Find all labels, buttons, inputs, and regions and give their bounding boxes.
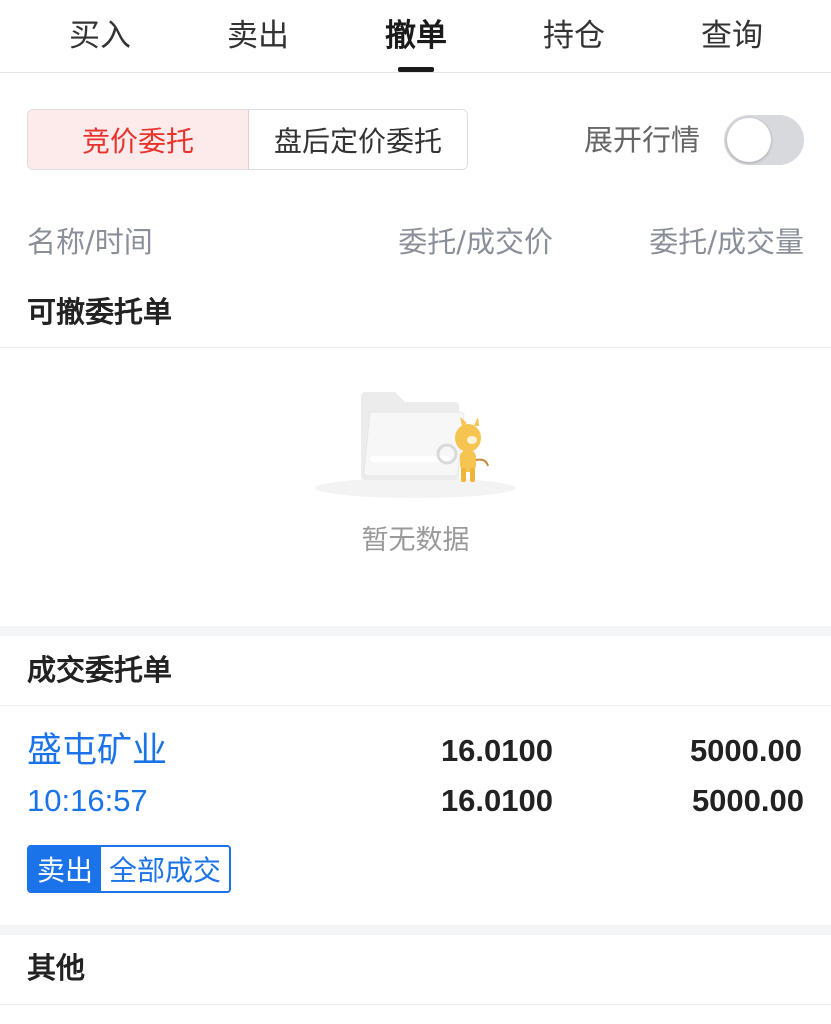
order-status-tag: 卖出 全部成交 <box>27 845 232 893</box>
top-tab-bar: 买入 卖出 撤单 持仓 查询 <box>0 0 831 73</box>
tab-sell[interactable]: 卖出 <box>198 14 318 58</box>
empty-data-text: 暂无数据 <box>361 525 470 556</box>
section-divider <box>0 347 831 348</box>
order-price: 16.0100 <box>440 733 553 768</box>
deal-volume: 5000.00 <box>691 783 804 818</box>
order-volume: 5000.00 <box>689 733 802 768</box>
column-header-volume: 委托/成交量 <box>649 225 804 259</box>
tab-query[interactable]: 查询 <box>672 14 792 58</box>
tab-cancel[interactable]: 撤单 <box>356 14 476 58</box>
deal-price: 16.0100 <box>440 783 553 818</box>
section-gap <box>0 626 831 636</box>
order-time: 10:16:57 <box>27 783 148 818</box>
side-badge: 卖出 <box>29 847 102 891</box>
expand-quote-toggle[interactable] <box>724 115 804 165</box>
empty-folder-illustration <box>310 380 530 500</box>
column-header-name-time: 名称/时间 <box>27 225 153 259</box>
tab-positions[interactable]: 持仓 <box>514 14 634 58</box>
expand-quote-label: 展开行情 <box>584 123 701 157</box>
active-tab-indicator <box>398 67 434 72</box>
section-gap <box>0 925 831 935</box>
section-divider <box>0 1004 831 1005</box>
stock-name[interactable]: 盛屯矿业 <box>27 728 167 774</box>
filled-orders-title: 成交委托单 <box>27 653 173 687</box>
column-header-price: 委托/成交价 <box>398 225 553 259</box>
segment-after-hours-order[interactable]: 盘后定价委托 <box>249 110 467 169</box>
segment-auction-order[interactable]: 竞价委托 <box>28 110 249 169</box>
toggle-knob <box>727 118 771 162</box>
status-badge: 全部成交 <box>101 847 230 891</box>
tab-buy[interactable]: 买入 <box>40 14 160 58</box>
cancellable-orders-title: 可撤委托单 <box>27 295 173 329</box>
other-section-title: 其他 <box>27 951 86 985</box>
section-divider <box>0 705 831 706</box>
order-type-segment: 竞价委托 盘后定价委托 <box>27 109 468 170</box>
